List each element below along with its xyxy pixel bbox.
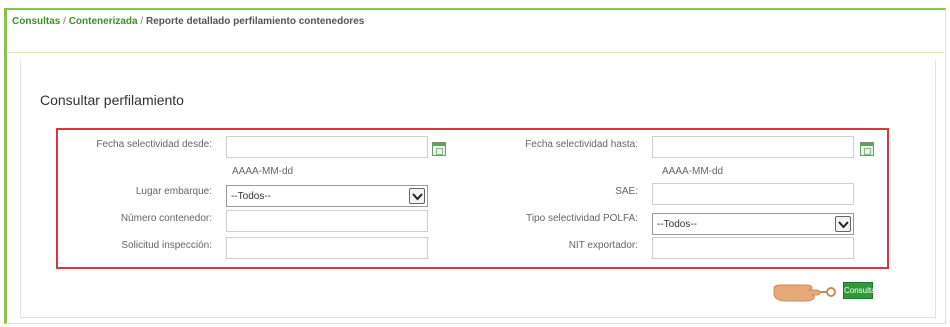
pointing-hand-icon	[772, 280, 836, 305]
breadcrumb-separator: /	[137, 16, 146, 27]
fecha-desde-label: Fecha selectividad desde:	[96, 139, 212, 150]
section-title: Consultar perfilamiento	[40, 92, 184, 108]
fecha-hasta-hint: AAAA-MM-dd	[662, 166, 724, 177]
chevron-down-icon[interactable]	[409, 188, 425, 204]
nit-exportador-label: NIT exportador:	[568, 240, 638, 251]
lugar-embarque-select[interactable]: --Todos--	[226, 185, 428, 207]
tipo-selectividad-select[interactable]: --Todos--	[652, 213, 854, 235]
consultar-button[interactable]: Consultar	[843, 282, 878, 299]
sae-input[interactable]	[652, 183, 854, 205]
breadcrumb-consultas[interactable]: Consultas	[12, 16, 60, 27]
sae-label: SAE:	[615, 186, 638, 197]
solicitud-inspeccion-input[interactable]	[226, 237, 428, 259]
chevron-down-icon[interactable]	[835, 216, 851, 232]
solicitud-inspeccion-label: Solicitud inspección:	[121, 240, 212, 251]
fecha-hasta-input[interactable]	[652, 136, 854, 158]
numero-contenedor-label: Número contenedor:	[120, 213, 212, 224]
nit-exportador-input[interactable]	[652, 237, 854, 259]
fecha-desde-input[interactable]	[226, 136, 428, 158]
breadcrumb: Consultas / Contenerizada / Reporte deta…	[12, 16, 364, 27]
lugar-embarque-label: Lugar embarque:	[135, 186, 212, 197]
fecha-desde-hint: AAAA-MM-dd	[232, 166, 294, 177]
tipo-selectividad-label: Tipo selectividad POLFA:	[526, 213, 638, 224]
breadcrumb-current: Reporte detallado perfilamiento contened…	[145, 16, 365, 27]
fecha-hasta-label: Fecha selectividad hasta:	[525, 139, 638, 150]
calendar-icon[interactable]	[432, 142, 446, 156]
breadcrumb-contenerizada[interactable]: Contenerizada	[69, 16, 138, 27]
breadcrumb-separator: /	[60, 16, 69, 27]
lugar-embarque-selected: --Todos--	[231, 191, 272, 202]
header-divider	[7, 52, 944, 53]
numero-contenedor-input[interactable]	[226, 210, 428, 232]
calendar-icon[interactable]	[860, 142, 874, 156]
tipo-selectividad-selected: --Todos--	[657, 219, 698, 230]
